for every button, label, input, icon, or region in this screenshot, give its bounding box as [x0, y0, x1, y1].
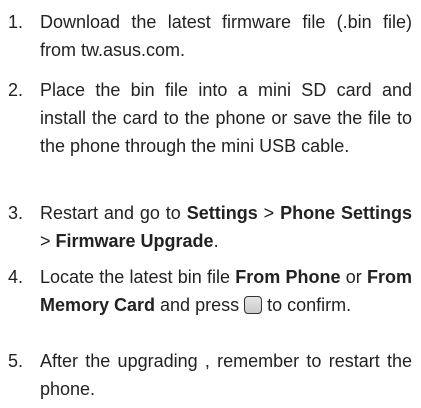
step-text: Restart and go to Settings > Phone Setti…	[40, 199, 412, 255]
step-text-part: Restart and go to	[40, 203, 187, 223]
step-number: 1.	[8, 12, 24, 32]
step-text-part: .	[213, 231, 219, 251]
menu-separator: >	[40, 231, 56, 251]
step-text: After the upgrading , remember to restar…	[40, 351, 412, 399]
step-text-part: and press	[155, 295, 245, 315]
step-number: 4.	[8, 267, 24, 287]
menu-settings: Settings	[186, 203, 258, 223]
step-text: Locate the latest bin file From Phone or…	[40, 263, 412, 319]
step-text-part: or	[340, 267, 367, 287]
menu-separator: >	[257, 203, 281, 223]
option-from-phone: From Phone	[235, 267, 341, 287]
step-text-part: to confirm.	[262, 295, 352, 315]
ok-key-icon	[244, 296, 263, 314]
step-number: 5.	[8, 351, 24, 371]
step-text: Place the bin file into a mini SD card a…	[40, 80, 412, 156]
menu-phone-settings: Phone Settings	[280, 203, 413, 223]
step-text-part: Locate the latest bin file	[40, 267, 236, 287]
step-number: 3.	[8, 203, 24, 223]
step-number: 2.	[8, 80, 24, 100]
step-text: Download the latest firmware file (.bin …	[40, 12, 412, 60]
menu-firmware-upgrade: Firmware Upgrade	[55, 231, 214, 251]
